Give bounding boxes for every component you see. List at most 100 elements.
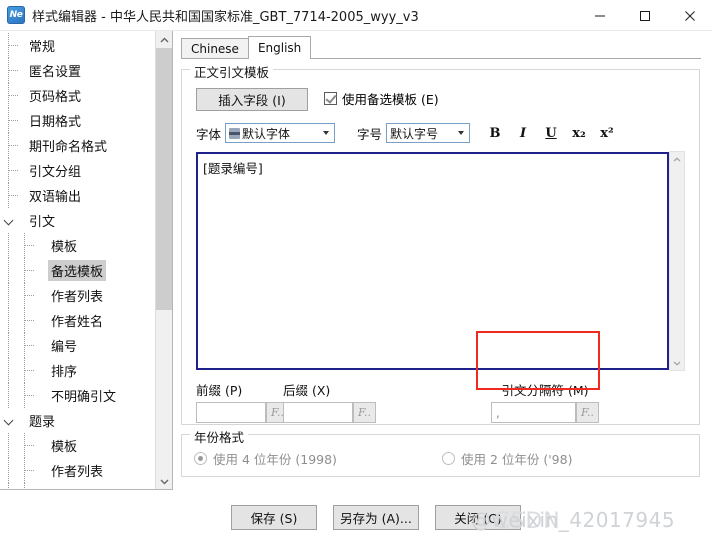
template-editor-scrollbar[interactable] [669,151,685,371]
sidebar-item-3[interactable]: 日期格式 [0,108,155,133]
bold-button[interactable]: B [484,122,506,144]
use-alt-template-checkbox[interactable] [324,92,337,105]
minimize-button[interactable] [577,0,622,31]
year-4digit-radio-row[interactable]: 使用 4 位年份 (1998) [194,449,337,468]
sidebar-item-16[interactable]: 模板 [0,433,155,458]
sidebar-item-2[interactable]: 页码格式 [0,83,155,108]
sidebar-item-8[interactable]: 模板 [0,233,155,258]
footer-bar: 保存 (S) 另存为 (A)... 关闭 (C) [0,494,712,543]
sidebar-item-7[interactable]: 引文 [0,208,155,233]
sidebar-item-15[interactable]: 题录 [0,408,155,433]
chevron-down-icon [322,131,329,135]
sidebar-item-1[interactable]: 匿名设置 [0,58,155,83]
prefix-input[interactable] [196,402,266,423]
suffix-label: 后缀 (X) [283,383,331,398]
sidebar-item-11[interactable]: 作者姓名 [0,308,155,333]
sidebar-item-6[interactable]: 双语输出 [0,183,155,208]
sidebar-tree[interactable]: 常规 匿名设置 页码格式 日期格式 期刊命名格式 引文分组 双语输出 引文 模板 备选模板 作者列表… [0,33,155,489]
year-2digit-radio-row[interactable]: 使用 2 位年份 ('98) [442,449,572,468]
sidebar-scroll-down-button[interactable] [156,473,172,489]
footer-buttons: 保存 (S) 另存为 (A)... 关闭 (C) [231,505,537,530]
sidebar-item-4[interactable]: 期刊命名格式 [0,133,155,158]
maximize-icon [639,10,650,21]
sidebar-item-12[interactable]: 编号 [0,333,155,358]
insert-field-label: 插入字段 (I) [218,93,286,108]
sidebar-scrollbar[interactable] [155,31,172,489]
tree-guide [0,208,26,233]
editor-scroll-up-button[interactable] [670,152,684,166]
close-dialog-label: 关闭 (C) [454,511,502,526]
use-alt-template-checkbox-row[interactable]: 使用备选模板 (E) [324,89,439,108]
underline-button[interactable]: U [540,122,562,144]
year-format-legend: 年份格式 [190,427,249,446]
chevron-down-icon [673,361,681,366]
font-family-dropdown-button[interactable] [318,125,334,141]
tree-guide [0,33,26,58]
subscript-button[interactable]: x₂ [568,122,590,144]
sidebar-item-9[interactable]: 备选模板 [0,258,155,283]
tab-strip[interactable]: Chinese English [181,36,312,59]
prefix-label: 前缀 (P) [196,383,243,398]
chevron-down-icon [160,479,169,484]
maximize-button[interactable] [622,0,667,31]
tree-guide [0,183,26,208]
separator-input[interactable]: , [491,402,576,423]
tree-guide [0,433,48,458]
sidebar-item-label: 双语输出 [29,190,82,205]
font-size-select[interactable]: 默认字号 [386,123,471,143]
sidebar-item-label: 编号 [51,340,78,355]
tree-expander[interactable] [1,408,17,433]
separator-field-button[interactable]: F.. [576,402,599,423]
sidebar-tree-panel: 常规 匿名设置 页码格式 日期格式 期刊命名格式 引文分组 双语输出 引文 模板 备选模板 作者列表… [0,31,173,490]
tab-english-label: English [257,41,302,55]
close-icon [684,10,695,21]
sidebar-item-14[interactable]: 不明确引文 [0,383,155,408]
tab-chinese[interactable]: Chinese [181,38,249,59]
tab-english[interactable]: English [247,36,312,59]
template-editor[interactable]: [题录编号] [196,152,669,370]
tab-chinese-label: Chinese [191,42,239,56]
save-label: 保存 (S) [250,511,298,526]
editor-scroll-down-button[interactable] [670,356,684,370]
italic-button[interactable]: I [512,122,534,144]
save-as-button[interactable]: 另存为 (A)... [333,505,419,530]
window-title: 样式编辑器 - 中华人民共和国国家标准_GBT_7714-2005_wyy_v3 [32,9,419,25]
suffix-input[interactable] [283,402,353,423]
font-family-select[interactable]: 默认字体 [225,123,336,143]
font-size-dropdown-button[interactable] [453,125,469,141]
year-2digit-radio[interactable] [442,452,455,465]
sidebar-scrollbar-thumb[interactable] [156,48,172,310]
font-size-value: 默认字号 [390,126,439,141]
superscript-button[interactable]: x² [596,122,618,144]
tree-expander[interactable] [1,208,17,233]
year-4digit-radio[interactable] [194,452,207,465]
sidebar-item-label: 作者姓名 [51,315,104,330]
sidebar-item-0[interactable]: 常规 [0,33,155,58]
sidebar-item-5[interactable]: 引文分组 [0,158,155,183]
font-family-value: 默认字体 [242,126,291,141]
font-toolbar: 字体 默认字体 字号 默认字号 B I U x₂ x² [196,121,686,145]
tree-guide [0,83,26,108]
tree-guide [0,333,48,358]
tree-guide [0,358,48,383]
save-button[interactable]: 保存 (S) [231,505,317,530]
close-dialog-button[interactable]: 关闭 (C) [435,505,521,530]
tree-guide [0,408,26,433]
tree-guide [0,283,48,308]
sidebar-scroll-up-button[interactable] [156,31,172,48]
sidebar-item-label: 引文 [29,215,56,230]
year-4digit-label: 使用 4 位年份 (1998) [213,452,337,467]
tree-guide [0,133,26,158]
insert-field-button[interactable]: 插入字段 (I) [196,88,308,111]
sidebar-item-label: 作者姓名 [48,485,106,489]
sidebar-item-13[interactable]: 排序 [0,358,155,383]
sidebar-item-18[interactable]: 作者姓名 [0,483,155,489]
chevron-down-icon [457,131,464,135]
tree-guide [0,383,48,408]
sidebar-item-10[interactable]: 作者列表 [0,283,155,308]
suffix-field-button[interactable]: F.. [353,402,376,423]
close-button[interactable] [667,0,712,31]
suffix-field-group: 后缀 (X) F.. [283,380,376,423]
sidebar-item-17[interactable]: 作者列表 [0,458,155,483]
separator-label: 引文分隔符 (M) [501,383,589,398]
